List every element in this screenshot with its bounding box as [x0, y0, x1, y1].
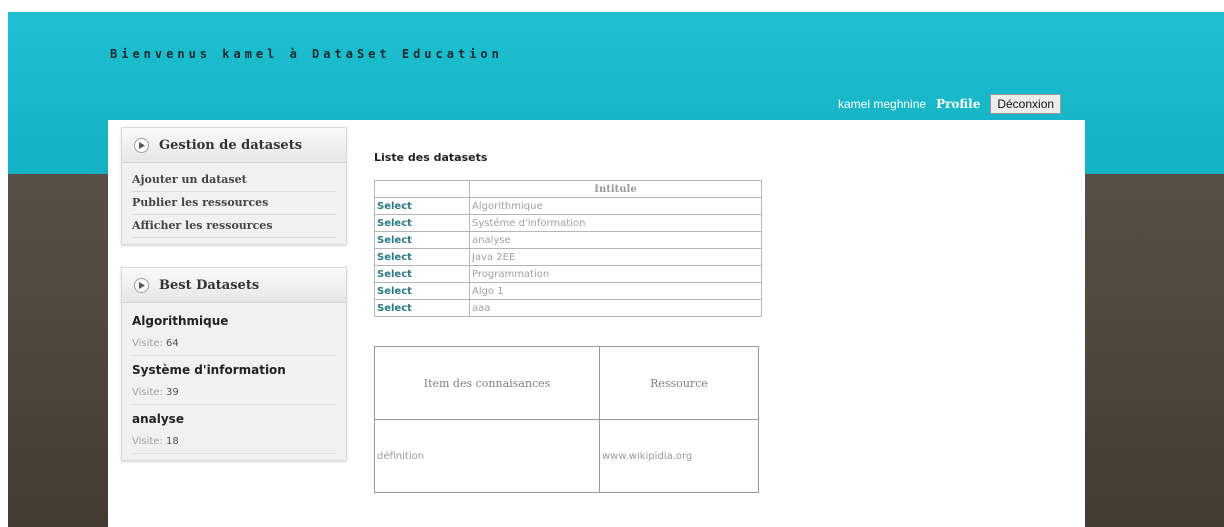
- menu-item-afficher-ressources[interactable]: Afficher les ressources: [132, 215, 336, 238]
- select-link[interactable]: Select: [374, 197, 470, 215]
- item-cell: définition: [374, 419, 600, 493]
- logout-button[interactable]: Déconxion: [990, 94, 1062, 114]
- table-header-empty: [374, 180, 470, 198]
- dataset-name: Algorithmique: [469, 197, 762, 215]
- user-bar: kamel meghnine Profile Déconxion: [838, 94, 1062, 114]
- best-datasets-header[interactable]: Best Datasets: [122, 268, 346, 303]
- visit-label: Visite:: [132, 436, 163, 447]
- table-row: Select Algorithmique: [374, 197, 762, 215]
- dataset-name: Systéme d'information: [469, 214, 762, 232]
- profile-link[interactable]: Profile: [936, 97, 980, 111]
- dataset-name: aaa: [469, 299, 762, 317]
- user-name: kamel meghnine: [838, 97, 927, 111]
- best-dataset-visits: Visite: 64: [132, 333, 336, 356]
- select-link[interactable]: Select: [374, 299, 470, 317]
- visit-count: 64: [166, 338, 179, 349]
- dataset-name: Algo 1: [469, 282, 762, 300]
- table-row: définition www.wikipidia.org: [374, 419, 759, 493]
- items-header-item: Item des connaisances: [374, 346, 600, 420]
- gestion-panel-title: Gestion de datasets: [159, 137, 303, 153]
- menu-item-publier-ressources[interactable]: Publier les ressources: [132, 192, 336, 215]
- select-link[interactable]: Select: [374, 265, 470, 283]
- dataset-name: Java 2EE: [469, 248, 762, 266]
- visit-label: Visite:: [132, 338, 163, 349]
- menu-item-ajouter-dataset[interactable]: Ajouter un dataset: [132, 169, 336, 192]
- dataset-name: analyse: [469, 231, 762, 249]
- visit-label: Visite:: [132, 387, 163, 398]
- site-title: Bienvenus kamel à DataSet Education: [110, 47, 503, 61]
- resource-cell: www.wikipidia.org: [599, 419, 759, 493]
- table-row: Select Programmation: [374, 265, 762, 283]
- best-datasets-title: Best Datasets: [159, 277, 260, 293]
- select-link[interactable]: Select: [374, 231, 470, 249]
- play-circle-icon: [134, 137, 149, 153]
- list-heading: Liste des datasets: [374, 151, 488, 164]
- visit-count: 39: [166, 387, 179, 398]
- items-table: Item des connaisances Ressource définiti…: [374, 346, 759, 493]
- best-dataset-title[interactable]: analyse: [132, 407, 336, 431]
- table-row: Select aaa: [374, 299, 762, 317]
- gestion-panel: Gestion de datasets Ajouter un dataset P…: [121, 127, 347, 245]
- gestion-panel-header[interactable]: Gestion de datasets: [122, 128, 346, 163]
- table-header-row: Intitule: [374, 180, 762, 198]
- table-row: Select Algo 1: [374, 282, 762, 300]
- best-datasets-list: Algorithmique Visite: 64 Système d'infor…: [122, 303, 346, 460]
- best-dataset-title[interactable]: Algorithmique: [132, 309, 336, 333]
- select-link[interactable]: Select: [374, 214, 470, 232]
- select-link[interactable]: Select: [374, 248, 470, 266]
- play-circle-icon: [134, 277, 149, 293]
- gestion-menu: Ajouter un dataset Publier les ressource…: [122, 163, 346, 244]
- best-dataset-visits: Visite: 39: [132, 382, 336, 405]
- select-link[interactable]: Select: [374, 282, 470, 300]
- table-row: Select analyse: [374, 231, 762, 249]
- visit-count: 18: [166, 436, 179, 447]
- best-datasets-panel: Best Datasets Algorithmique Visite: 64 S…: [121, 267, 347, 461]
- table-header-intitule: Intitule: [469, 180, 762, 198]
- dataset-name: Programmation: [469, 265, 762, 283]
- items-header-ressource: Ressource: [599, 346, 759, 420]
- best-dataset-title[interactable]: Système d'information: [132, 358, 336, 382]
- table-row: Select Systéme d'information: [374, 214, 762, 232]
- items-header-row: Item des connaisances Ressource: [374, 346, 759, 420]
- table-row: Select Java 2EE: [374, 248, 762, 266]
- best-dataset-visits: Visite: 18: [132, 431, 336, 454]
- datasets-table: Intitule Select Algorithmique Select Sys…: [374, 180, 762, 317]
